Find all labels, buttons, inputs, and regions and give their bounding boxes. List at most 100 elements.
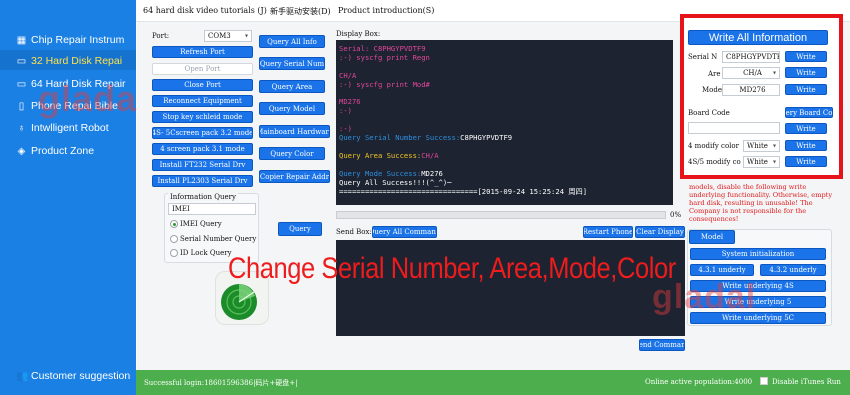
menu-product-intro[interactable]: Product introduction(S) xyxy=(338,6,434,15)
color4-label: 4 modify color xyxy=(688,142,739,150)
mainboard-hardware-button[interactable]: Mainboard Hardware xyxy=(259,125,330,138)
write-color4-button[interactable]: Write xyxy=(785,140,827,151)
board-code-label: Board Code xyxy=(688,109,730,117)
underly-431-button[interactable]: 4.3.1 underly xyxy=(690,264,754,276)
mode-label: Mode xyxy=(702,86,723,94)
write-all-information-button[interactable]: Write All Information xyxy=(688,30,828,45)
serial-number-input[interactable]: C8PHGYPVDTF9 xyxy=(722,51,780,63)
install-ft232-button[interactable]: Install FT232 Serial Drv xyxy=(152,159,253,171)
status-bar: Successful login:18601596386|码片+硬盘+| Onl… xyxy=(136,370,850,395)
book-icon: ▯ xyxy=(18,100,25,112)
area-select[interactable]: CH/A ▾ xyxy=(722,67,780,79)
sidebar-item-label: Product Zone xyxy=(31,145,95,157)
mode-value: MD276 xyxy=(739,86,766,94)
progress-text: 0% xyxy=(670,211,682,219)
query-all-info-button[interactable]: Query All Info xyxy=(259,35,325,48)
sidebar-item-label: 32 Hard Disk Repai xyxy=(31,55,123,67)
screen-pack-31-button[interactable]: 4 screen pack 3.1 mode xyxy=(152,143,253,155)
write-mode-button[interactable]: Write xyxy=(785,84,827,95)
reconnect-equipment-button[interactable]: Reconnect Equipment xyxy=(152,95,253,107)
display-line: :-) xyxy=(339,106,352,116)
port-select[interactable]: COM3 ▾ xyxy=(204,30,252,42)
clear-display-button[interactable]: Clear Display xyxy=(635,226,685,238)
cube-icon: ◈ xyxy=(17,145,26,157)
imei-input[interactable]: IMEI xyxy=(168,203,256,215)
sidebar-item-32-hard-disk[interactable]: ▭ 32 Hard Disk Repai xyxy=(16,55,122,67)
query-color-button[interactable]: Query Color xyxy=(259,147,325,160)
serial-number-label: Serial N xyxy=(688,53,718,61)
id-lock-query-radio[interactable] xyxy=(170,249,178,257)
color45-select[interactable]: White ▾ xyxy=(743,156,780,168)
sidebar-item-label: Intwlligent Robot xyxy=(31,122,109,134)
robot-icon: ♁ xyxy=(17,122,26,134)
open-port-button[interactable]: Open Port xyxy=(152,63,253,75)
install-pl2303-button[interactable]: Install PL2303 Serial Drv xyxy=(152,175,253,187)
menu-driver-install[interactable]: 新手驱动安装(D) xyxy=(270,6,331,17)
display-line xyxy=(339,90,670,99)
restart-phone-button[interactable]: Restart Phone xyxy=(583,226,633,238)
sidebar-item-chip-repair[interactable]: ▦ Chip Repair Instrum xyxy=(16,34,125,46)
customer-suggestion-label: Customer suggestion xyxy=(31,370,131,382)
sidebar-item-intelligent-robot[interactable]: ♁ Intwlligent Robot xyxy=(16,122,109,134)
watermark-top-left: glada xyxy=(38,78,138,119)
write-board-code-button[interactable]: Write xyxy=(785,123,827,134)
port-label: Port: xyxy=(152,32,170,40)
warning-text: models, disable the following write unde… xyxy=(689,183,833,223)
imei-value: IMEI xyxy=(172,205,190,213)
stop-key-mode-button[interactable]: Stop key schleid mode xyxy=(152,111,253,123)
query-model-button[interactable]: Query Model xyxy=(259,102,325,115)
color4-value: White xyxy=(747,142,768,150)
overlay-banner: Change Serial Number, Area,Mode,Color xyxy=(228,252,676,285)
login-status: Successful login:18601596386|码片+硬盘+| xyxy=(144,379,298,387)
color4-select[interactable]: White ▾ xyxy=(743,140,780,152)
disk-icon: ▭ xyxy=(16,78,27,90)
send-box-label: Send Box: xyxy=(336,228,372,236)
query-area-button[interactable]: Query Area xyxy=(259,80,325,93)
port-value: COM3 xyxy=(208,32,231,40)
area-value: CH/A xyxy=(743,69,762,77)
sidebar-item-product-zone[interactable]: ◈ Product Zone xyxy=(16,145,94,157)
display-line: Query Serial Number Success:C8PHGYPVDTF9 xyxy=(339,133,513,143)
progress-bar xyxy=(336,211,666,219)
disable-itunes-label: Disable iTunes Run xyxy=(772,378,841,386)
display-line: ================================[2015-09… xyxy=(339,186,588,196)
chevron-down-icon: ▾ xyxy=(772,69,776,77)
write-area-button[interactable]: Write xyxy=(785,67,827,78)
query-board-code-button[interactable]: ery Board Co xyxy=(785,107,833,118)
customer-suggestion[interactable]: 👥 Customer suggestion xyxy=(16,370,130,382)
sidebar-item-label: Chip Repair Instrum xyxy=(31,34,125,46)
people-icon: 👥 xyxy=(16,370,29,382)
display-box-label: Display Box: xyxy=(336,30,381,38)
underly-432-button[interactable]: 4.3.2 underly xyxy=(760,264,826,276)
query-all-command-button[interactable]: Query All Command xyxy=(372,226,437,238)
query-button[interactable]: Query xyxy=(278,222,322,236)
refresh-port-button[interactable]: Refresh Port xyxy=(152,46,253,58)
disable-itunes-checkbox[interactable] xyxy=(760,377,768,385)
serial-number-query-radio[interactable] xyxy=(170,235,178,243)
copier-repair-addr-button[interactable]: Copier Repair Addr xyxy=(259,170,330,183)
display-line xyxy=(339,116,670,125)
write-serial-button[interactable]: Write xyxy=(785,51,827,62)
board-code-input[interactable] xyxy=(688,122,780,134)
menu-video-tutorials[interactable]: 64 hard disk video tutorials (J) xyxy=(143,6,267,15)
color45-value: White xyxy=(747,158,768,166)
online-population: Online active population:4000 xyxy=(645,378,753,386)
serial-number-value: C8PHGYPVDTF9 xyxy=(726,53,779,61)
serial-number-query-label: Serial Number Query xyxy=(180,235,257,243)
query-serial-num-button[interactable]: Query Serial Num xyxy=(259,57,325,70)
close-port-button[interactable]: Close Port xyxy=(152,79,253,91)
display-line: :-) syscfg print Mod# xyxy=(339,79,430,89)
screen-pack-32-button[interactable]: 4S- 5Cscreen pack 3.2 mode xyxy=(152,127,253,139)
imei-query-radio[interactable] xyxy=(170,220,178,228)
write-color45-button[interactable]: Write xyxy=(785,156,827,167)
mode-input[interactable]: MD276 xyxy=(722,84,780,96)
model-button[interactable]: Model xyxy=(689,230,735,244)
display-line xyxy=(339,63,670,72)
display-box: Serial: C8PHGYPVDTF9:-) syscfg print Reg… xyxy=(336,40,673,205)
area-label: Are xyxy=(708,70,721,78)
send-command-button[interactable]: Send Command xyxy=(639,339,685,351)
imei-query-label: IMEI Query xyxy=(180,220,222,228)
id-lock-query-label: ID Lock Query xyxy=(180,249,232,257)
system-initialization-button[interactable]: System initialization xyxy=(690,248,826,260)
display-line: MD276 xyxy=(339,97,361,107)
